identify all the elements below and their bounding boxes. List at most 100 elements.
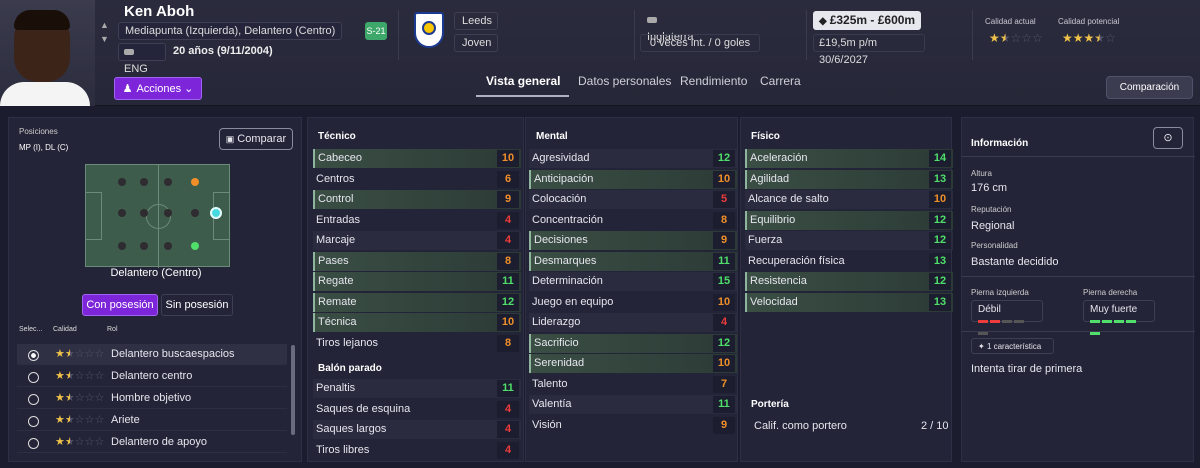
personality-label: Personalidad — [971, 241, 1018, 250]
attribute-row[interactable]: Anticipación 10 — [529, 169, 737, 189]
pitch-position-dot — [140, 242, 148, 250]
right-foot-bar — [1090, 315, 1148, 339]
attribute-row[interactable]: Cabeceo 10 — [313, 149, 521, 168]
attribute-row[interactable]: Fuerza 12 — [745, 231, 953, 250]
tab-career[interactable]: Carrera — [760, 74, 801, 88]
divider — [972, 10, 973, 60]
attribute-value: 11 — [713, 252, 735, 270]
attribute-row[interactable]: Concentración 8 — [529, 211, 737, 230]
attribute-row[interactable]: Liderazgo 4 — [529, 313, 737, 332]
potential-ability-stars: ★★★★☆ — [1062, 31, 1116, 45]
chevron-down-icon[interactable]: ▼ — [100, 32, 110, 46]
without-possession-toggle[interactable]: Sin posesión — [161, 294, 233, 316]
attribute-row[interactable]: Pases 8 — [313, 251, 521, 271]
attribute-row[interactable]: Recuperación física 13 — [745, 252, 953, 271]
role-radio[interactable] — [28, 389, 39, 410]
attribute-name: Determinación — [532, 275, 603, 287]
attribute-row[interactable]: Determinación 15 — [529, 272, 737, 291]
attribute-row[interactable]: Juego en equipo 10 — [529, 293, 737, 312]
traits-button[interactable]: ✦ 1 característica — [971, 338, 1054, 354]
comparison-button[interactable]: Comparación — [1106, 76, 1193, 99]
right-foot-label: Pierna derecha — [1083, 288, 1138, 297]
attribute-row[interactable]: Talento 7 — [529, 375, 737, 394]
player-nav-arrows[interactable]: ▲ ▼ — [100, 18, 110, 46]
attribute-row[interactable]: Decisiones 9 — [529, 231, 737, 250]
person-icon: ♟ — [122, 83, 133, 95]
attribute-row[interactable]: Aceleración 14 — [745, 149, 953, 168]
attribute-row[interactable]: Tiros libres 4 — [313, 441, 521, 460]
profile-icon[interactable]: ⊙ — [1153, 127, 1183, 149]
role-stars: ★★☆☆☆ — [55, 348, 105, 360]
role-row[interactable]: ★★☆☆☆ Delantero de apoyo — [17, 432, 287, 453]
attribute-row[interactable]: Serenidad 10 — [529, 354, 737, 373]
chevron-up-icon[interactable]: ▲ — [100, 18, 110, 32]
attribute-name: Tiros libres — [316, 443, 370, 456]
attribute-value: 12 — [929, 273, 951, 290]
tab-performance[interactable]: Rendimiento — [680, 74, 747, 88]
attribute-row[interactable]: Remate 12 — [313, 292, 521, 312]
tab-personal[interactable]: Datos personales — [578, 74, 671, 88]
divider — [806, 10, 807, 60]
attribute-row[interactable]: Regate 11 — [313, 272, 521, 291]
role-radio[interactable] — [28, 433, 39, 454]
scrollbar[interactable] — [291, 345, 295, 435]
attribute-value: 10 — [713, 293, 735, 311]
role-row[interactable]: ★★☆☆☆ Delantero buscaespacios — [17, 344, 287, 365]
role-row[interactable]: ★★☆☆☆ Ariete — [17, 410, 287, 431]
role-radio[interactable] — [28, 367, 39, 388]
attribute-row[interactable]: Alcance de salto 10 — [745, 190, 953, 209]
attribute-name: Pases — [318, 254, 349, 267]
attribute-name: Resistencia — [750, 275, 807, 287]
u21-badge: S-21 — [365, 22, 387, 40]
divider — [398, 10, 399, 60]
tab-overview[interactable]: Vista general — [486, 74, 560, 88]
attribute-value: 13 — [929, 293, 951, 311]
left-foot-label: Pierna izquierda — [971, 288, 1029, 297]
attribute-row[interactable]: Control 9 — [313, 190, 521, 209]
attribute-row[interactable]: Valentía 11 — [529, 395, 737, 414]
attribute-name: Velocidad — [750, 295, 798, 308]
attribute-row[interactable]: Penaltis 11 — [313, 379, 521, 398]
actions-button[interactable]: ♟ Acciones ⌄ — [114, 77, 202, 100]
attribute-name: Equilibrio — [750, 213, 796, 226]
attribute-row[interactable]: Visión 9 — [529, 416, 737, 435]
attribute-row[interactable]: Saques largos 4 — [313, 420, 521, 439]
attribute-row[interactable]: Entradas 4 — [313, 211, 521, 230]
intl-country[interactable]: Inglaterra — [640, 11, 706, 43]
role-radio[interactable] — [28, 411, 39, 432]
attribute-name: Agresividad — [532, 152, 590, 164]
attribute-row[interactable]: Colocación 5 — [529, 190, 737, 209]
compare-button[interactable]: ▣ Comparar — [219, 128, 293, 150]
col-header-role: Rol — [107, 326, 118, 333]
transfer-value[interactable]: ◆ £325m - £600m — [813, 11, 921, 30]
club-name[interactable]: Leeds — [454, 12, 498, 30]
personality-value: Bastante decidido — [971, 256, 1059, 268]
pitch-position-dot — [118, 209, 126, 217]
attribute-row[interactable]: Agilidad 13 — [745, 169, 953, 189]
club-crest-icon[interactable] — [414, 12, 444, 48]
role-radio[interactable] — [28, 345, 39, 366]
nationality-badge[interactable]: ENG — [118, 43, 166, 75]
selected-pitch-position[interactable] — [210, 207, 222, 219]
attribute-row[interactable]: Sacrificio 12 — [529, 333, 737, 353]
divider — [634, 10, 635, 60]
attribute-name: Sacrificio — [534, 336, 579, 349]
attribute-row[interactable]: Tiros lejanos 8 — [313, 334, 521, 353]
attribute-row[interactable]: Técnica 10 — [313, 313, 521, 332]
attribute-row[interactable]: Velocidad 13 — [745, 292, 953, 312]
attribute-row[interactable]: Saques de esquina 4 — [313, 400, 521, 419]
attribute-value: 13 — [929, 252, 951, 270]
role-row[interactable]: ★★☆☆☆ Hombre objetivo — [17, 388, 287, 409]
attribute-row[interactable]: Centros 6 — [313, 170, 521, 189]
attribute-row[interactable]: Marcaje 4 — [313, 231, 521, 250]
pitch-position-dot — [191, 242, 199, 250]
with-possession-toggle[interactable]: Con posesión — [82, 294, 158, 316]
attribute-row[interactable]: Equilibrio 12 — [745, 210, 953, 230]
attribute-name: Fuerza — [748, 234, 783, 246]
attribute-row[interactable]: Agresividad 12 — [529, 149, 737, 168]
attribute-row[interactable]: Desmarques 11 — [529, 251, 737, 271]
nationality-code: ENG — [124, 63, 148, 75]
role-row[interactable]: ★★☆☆☆ Delantero centro — [17, 366, 287, 387]
attribute-row[interactable]: Resistencia 12 — [745, 272, 953, 291]
reputation-value: Regional — [971, 220, 1015, 232]
